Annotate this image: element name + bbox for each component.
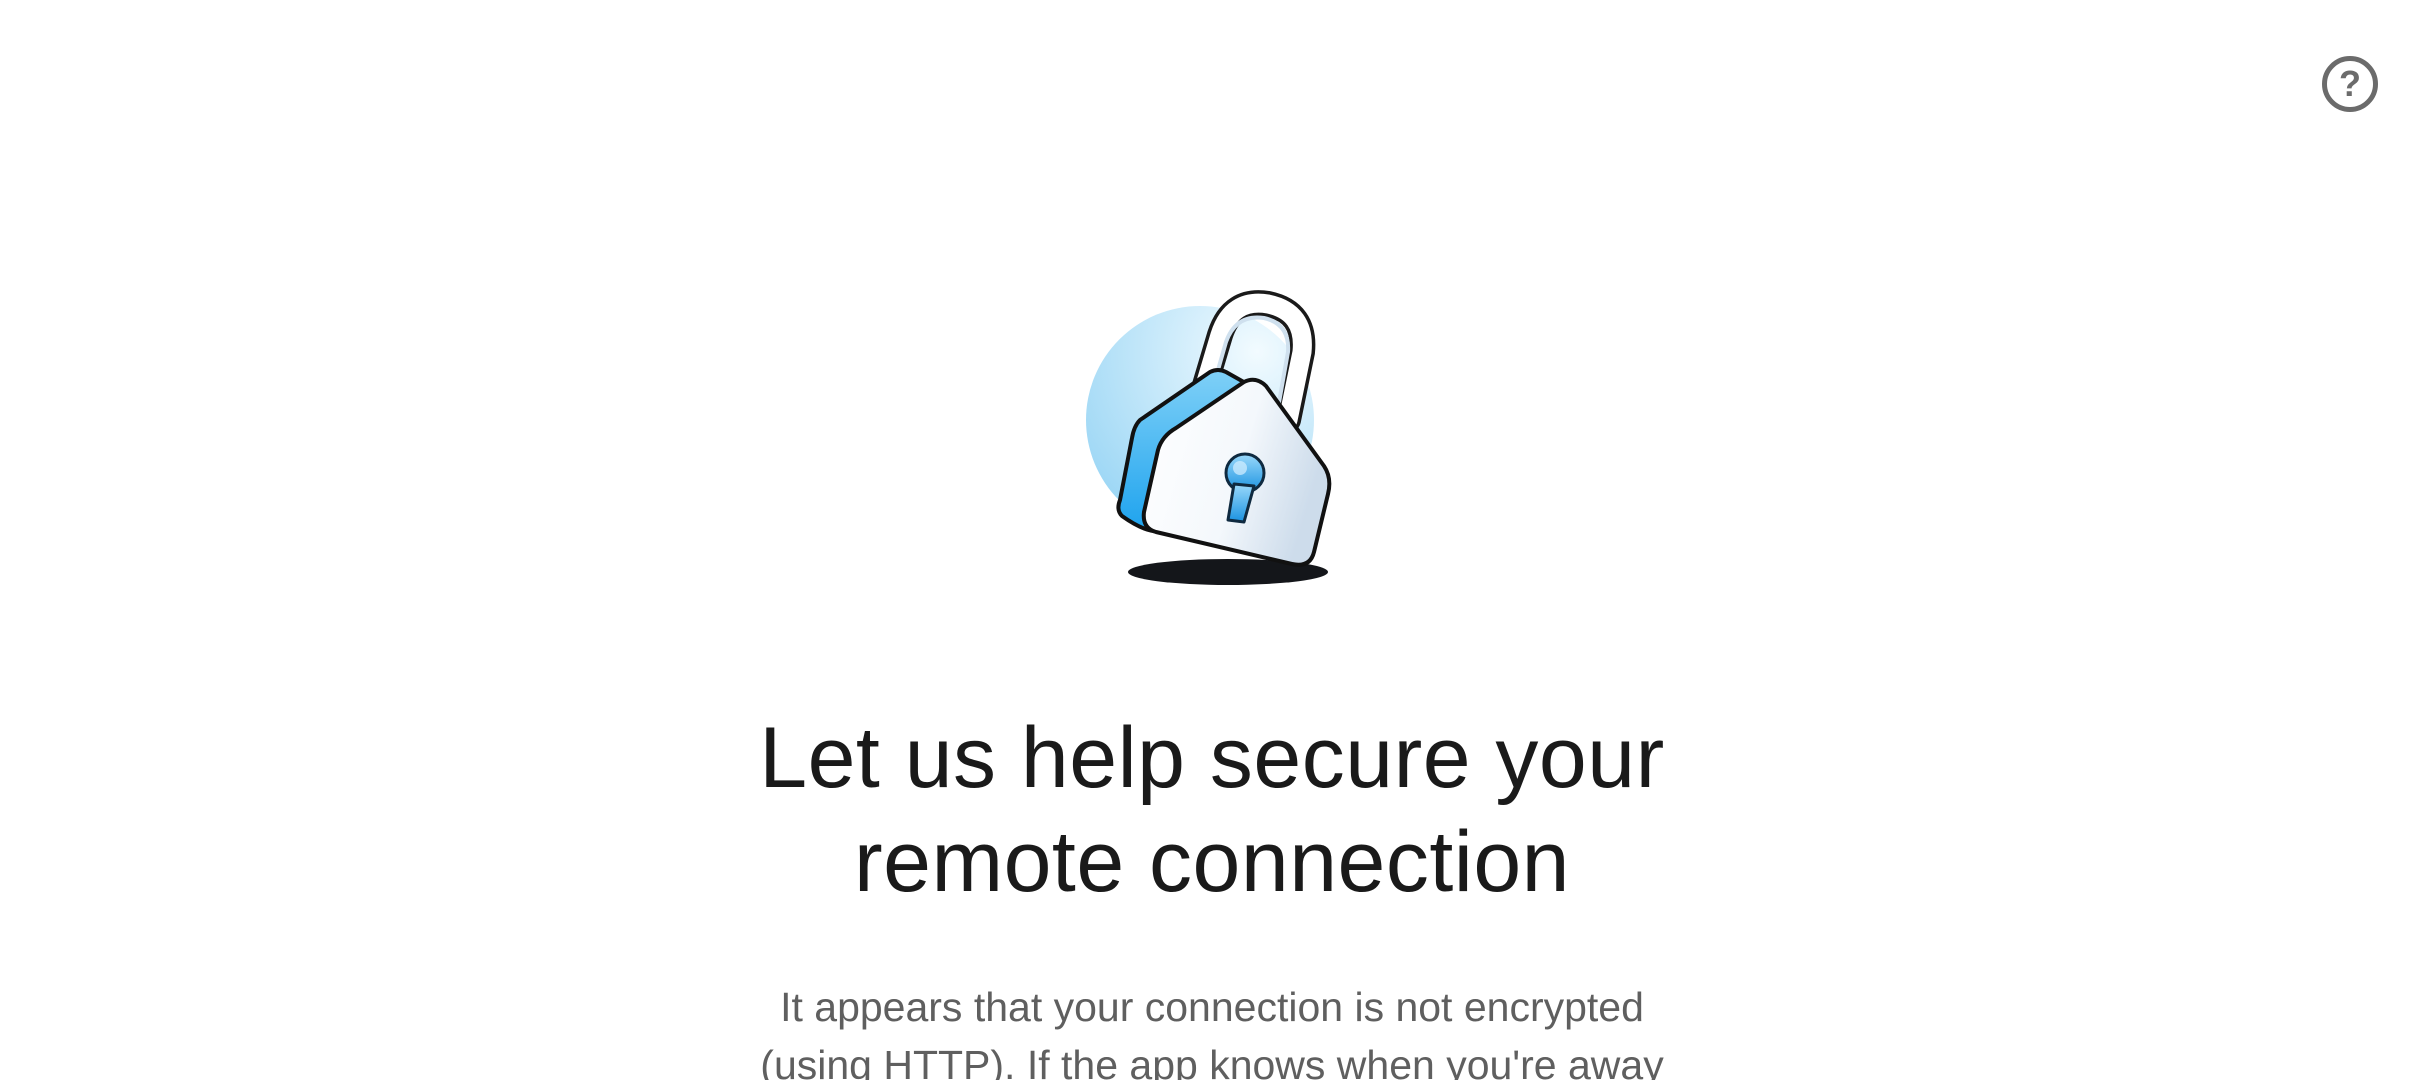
description-line-1: It appears that your connection is not e…	[780, 984, 1644, 1030]
page-title: Let us help secure your remote connectio…	[612, 706, 1812, 914]
help-icon: ?	[2339, 63, 2361, 104]
help-button[interactable]: ?	[2322, 56, 2378, 112]
description-line-2: (using HTTP). If the app knows when you'…	[760, 1042, 1664, 1080]
padlock-illustration	[1086, 290, 1332, 585]
security-onboarding-page: ? Let us help secure your remote connect…	[0, 0, 2424, 1080]
description-text: It appears that your connection is not e…	[712, 978, 1712, 1080]
headline-line-2: remote connection	[853, 814, 1571, 910]
headline-line-1: Let us help secure your	[759, 710, 1665, 806]
